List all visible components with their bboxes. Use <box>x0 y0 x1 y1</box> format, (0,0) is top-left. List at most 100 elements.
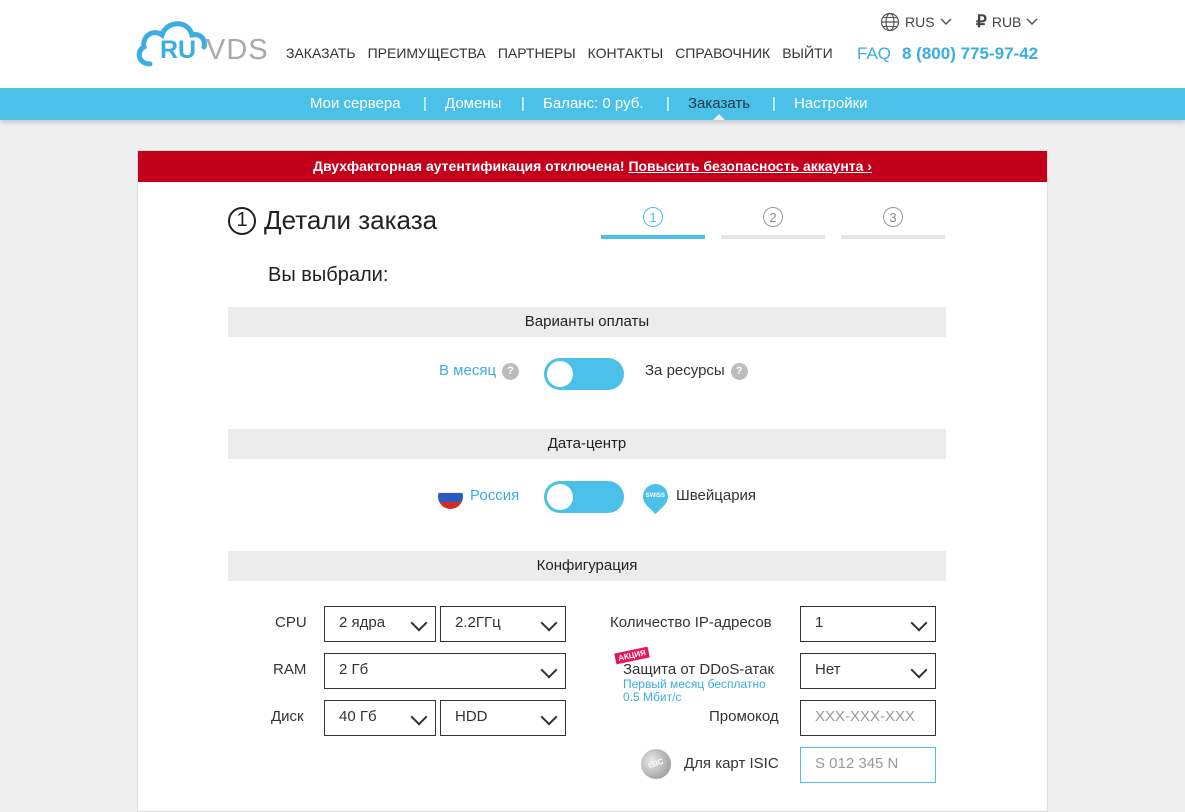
nav-contacts[interactable]: КОНТАКТЫ <box>588 45 664 61</box>
step-2-bar <box>721 235 825 239</box>
chevron-down-icon <box>910 614 928 632</box>
isic-card-icon: ISIC <box>636 744 676 784</box>
help-icon[interactable]: ? <box>502 362 520 380</box>
ddos-label: Защита от DDoS-атак <box>623 661 775 678</box>
russia-flag-icon <box>438 484 463 509</box>
ip-count-label: Количество IP-адресов <box>610 614 772 631</box>
payment-toggle[interactable] <box>544 358 624 390</box>
help-icon[interactable]: ? <box>730 362 748 380</box>
subnav-order[interactable]: Заказать <box>688 95 750 112</box>
swiss-badge-icon: SWISS <box>637 478 674 515</box>
subnav-separator: | <box>666 95 670 112</box>
step-heading: 1 Детали заказа <box>228 205 437 236</box>
cpu-frequency-value: 2.2ГГц <box>455 614 501 631</box>
step-indicator-2[interactable]: 2 <box>721 207 825 239</box>
promo-code-placeholder: XXX-XXX-XXX <box>815 708 916 725</box>
disk-size-value: 40 Гб <box>339 708 377 725</box>
step-2-number: 2 <box>763 207 783 227</box>
top-header: RU VDS ЗАКАЗАТЬ ПРЕИМУЩЕСТВА ПАРТНЕРЫ КО… <box>0 0 1185 88</box>
active-tab-marker <box>713 114 725 120</box>
nav-order[interactable]: ЗАКАЗАТЬ <box>286 45 356 61</box>
ram-select[interactable]: 2 Гб <box>324 653 566 689</box>
config-section-header: Конфигурация <box>228 551 946 581</box>
isic-label: Для карт ISIC <box>684 755 779 772</box>
chevron-down-icon <box>1026 18 1038 26</box>
step-1-bar <box>601 235 705 239</box>
language-label: RUS <box>905 14 935 30</box>
ruble-icon: ₽ <box>976 12 987 31</box>
ip-count-value: 1 <box>815 614 824 631</box>
security-alert: Двухфакторная аутентификация отключена! … <box>138 151 1047 182</box>
nav-logout[interactable]: ВЫЙТИ <box>782 45 832 61</box>
chevron-down-icon <box>540 661 558 679</box>
swiss-badge-text: SWISS <box>645 493 665 500</box>
currency-label: RUB <box>991 14 1022 30</box>
datacenter-section-header: Дата-центр <box>228 429 946 459</box>
nav-reference[interactable]: СПРАВОЧНИК <box>675 45 770 61</box>
step-3-bar <box>841 235 945 239</box>
page-title: Детали заказа <box>264 205 438 235</box>
ip-count-select[interactable]: 1 <box>800 606 936 642</box>
subnav-domains[interactable]: Домены <box>445 95 501 112</box>
nav-partners[interactable]: ПАРТНЕРЫ <box>498 45 576 61</box>
chevron-down-icon <box>410 708 428 726</box>
cpu-label: CPU <box>275 614 307 631</box>
payment-monthly-option[interactable]: В месяц? <box>439 362 520 380</box>
subnav-settings[interactable]: Настройки <box>794 95 868 112</box>
payment-resources-label: За ресурсы <box>645 362 725 379</box>
alert-security-link[interactable]: Повысить безопасность аккаунта › <box>628 158 872 174</box>
ddos-value: Нет <box>815 661 841 678</box>
datacenter-swiss-label[interactable]: Швейцария <box>676 487 756 504</box>
toggle-knob <box>547 484 573 510</box>
ruvds-logo[interactable]: RU VDS <box>136 17 269 69</box>
payment-section-header: Варианты оплаты <box>228 307 946 337</box>
chevron-down-icon <box>910 661 928 679</box>
ram-label: RAM <box>273 661 307 678</box>
disk-label: Диск <box>271 708 304 725</box>
subnav-separator: | <box>772 95 776 112</box>
logo-vds-text: VDS <box>206 34 269 66</box>
isic-card-placeholder: S 012 345 N <box>815 755 899 772</box>
cpu-frequency-select[interactable]: 2.2ГГц <box>440 606 566 642</box>
disk-type-value: HDD <box>455 708 488 725</box>
account-nav: Мои сервера | Домены | Баланс: 0 руб. | … <box>0 88 1185 120</box>
subnav-separator: | <box>423 95 427 112</box>
currency-selector[interactable]: ₽ RUB <box>976 12 1038 32</box>
payment-resources-option[interactable]: За ресурсы? <box>645 362 748 380</box>
faq-link[interactable]: FAQ <box>857 44 891 64</box>
ddos-select[interactable]: Нет <box>800 653 936 689</box>
ddos-note-speed: 0.5 Мбит/с <box>623 690 682 704</box>
step-1-number: 1 <box>643 207 663 227</box>
promo-label: Промокод <box>709 708 779 725</box>
step-3-number: 3 <box>883 207 903 227</box>
datacenter-russia-label[interactable]: Россия <box>470 487 519 504</box>
alert-text: Двухфакторная аутентификация отключена! <box>313 158 629 174</box>
isic-card-input[interactable]: S 012 345 N <box>800 747 936 783</box>
chevron-down-icon <box>410 614 428 632</box>
chevron-down-icon <box>540 708 558 726</box>
subnav-separator: | <box>521 95 525 112</box>
toggle-knob <box>547 361 573 387</box>
disk-type-select[interactable]: HDD <box>440 700 566 736</box>
nav-advantages[interactable]: ПРЕИМУЩЕСТВА <box>368 45 486 61</box>
language-selector[interactable]: RUS <box>880 12 952 32</box>
subnav-my-servers[interactable]: Мои сервера <box>310 95 401 112</box>
ram-value: 2 Гб <box>339 661 369 678</box>
cpu-cores-select[interactable]: 2 ядра <box>324 606 436 642</box>
promo-code-input[interactable]: XXX-XXX-XXX <box>800 700 936 736</box>
step-indicator-1[interactable]: 1 <box>601 207 705 239</box>
step-number-badge: 1 <box>228 206 256 235</box>
cpu-cores-value: 2 ядра <box>339 614 386 631</box>
main-nav: ЗАКАЗАТЬ ПРЕИМУЩЕСТВА ПАРТНЕРЫ КОНТАКТЫ … <box>286 45 833 61</box>
isic-badge-text: ISIC <box>646 756 665 771</box>
order-card: Двухфакторная аутентификация отключена! … <box>137 150 1048 812</box>
globe-icon <box>880 12 900 32</box>
chevron-down-icon <box>540 614 558 632</box>
chevron-down-icon <box>940 18 952 26</box>
logo-ru-text: RU <box>160 36 197 64</box>
disk-size-select[interactable]: 40 Гб <box>324 700 436 736</box>
phone-number[interactable]: 8 (800) 775-97-42 <box>902 44 1038 64</box>
datacenter-toggle[interactable] <box>544 481 624 513</box>
step-indicator-3[interactable]: 3 <box>841 207 945 239</box>
subnav-balance[interactable]: Баланс: 0 руб. <box>543 95 644 112</box>
